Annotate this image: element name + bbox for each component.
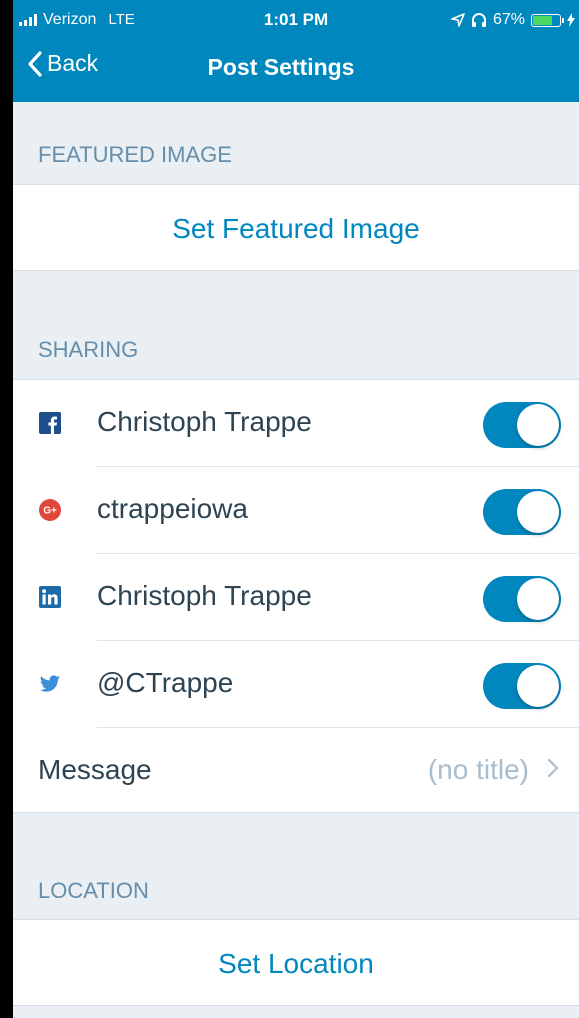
sharing-row-linkedin: Christoph Trappe [13, 554, 579, 641]
battery-percent: 67% [492, 11, 525, 28]
status-bar: Verizon LTE 1:01 PM 67% [13, 7, 579, 33]
navigation-bar: Back Post Settings [13, 44, 579, 92]
linkedin-icon [39, 586, 61, 608]
svg-text:G+: G+ [43, 506, 57, 517]
headphones-icon [471, 13, 486, 27]
page-title: Post Settings [207, 54, 355, 80]
sharing-row-google-plus: G+ ctrappeiowa [13, 467, 579, 554]
set-featured-image-button[interactable]: Set Featured Image [13, 213, 579, 245]
linkedin-sharing-toggle[interactable] [483, 576, 561, 622]
sharing-header: SHARING [38, 337, 139, 362]
twitter-icon [39, 675, 61, 692]
sharing-account-label: Christoph Trappe [97, 406, 312, 437]
sharing-account-label: ctrappeiowa [97, 493, 248, 524]
sharing-row-twitter: @CTrappe [13, 641, 579, 728]
featured-image-group: Set Featured Image [13, 184, 579, 271]
message-value: (no title) [427, 754, 529, 785]
top-bar: Verizon LTE 1:01 PM 67% Back Post Settin… [13, 0, 579, 102]
location-header: LOCATION [38, 878, 149, 903]
message-label: Message [38, 754, 152, 785]
post-settings-screen: Verizon LTE 1:01 PM 67% Back Post Settin… [13, 0, 579, 1018]
chevron-right-icon [547, 758, 559, 778]
sharing-group: Christoph Trappe G+ ctrappeiowa Christop… [13, 379, 579, 813]
sharing-row-facebook: Christoph Trappe [13, 380, 579, 467]
battery-icon [531, 13, 564, 27]
status-right: 67% [451, 7, 575, 33]
charging-bolt-icon [567, 13, 575, 27]
facebook-sharing-toggle[interactable] [483, 402, 561, 448]
location-group: Set Location [13, 919, 579, 1006]
location-arrow-icon [451, 13, 465, 27]
sharing-account-label: Christoph Trappe [97, 580, 312, 611]
google-plus-sharing-toggle[interactable] [483, 489, 561, 535]
message-row[interactable]: Message (no title) [13, 728, 579, 814]
facebook-icon [39, 412, 61, 434]
set-location-button[interactable]: Set Location [13, 948, 579, 980]
featured-image-header: FEATURED IMAGE [38, 142, 232, 167]
google-plus-icon: G+ [39, 499, 61, 521]
twitter-sharing-toggle[interactable] [483, 663, 561, 709]
sharing-account-label: @CTrappe [97, 667, 234, 698]
